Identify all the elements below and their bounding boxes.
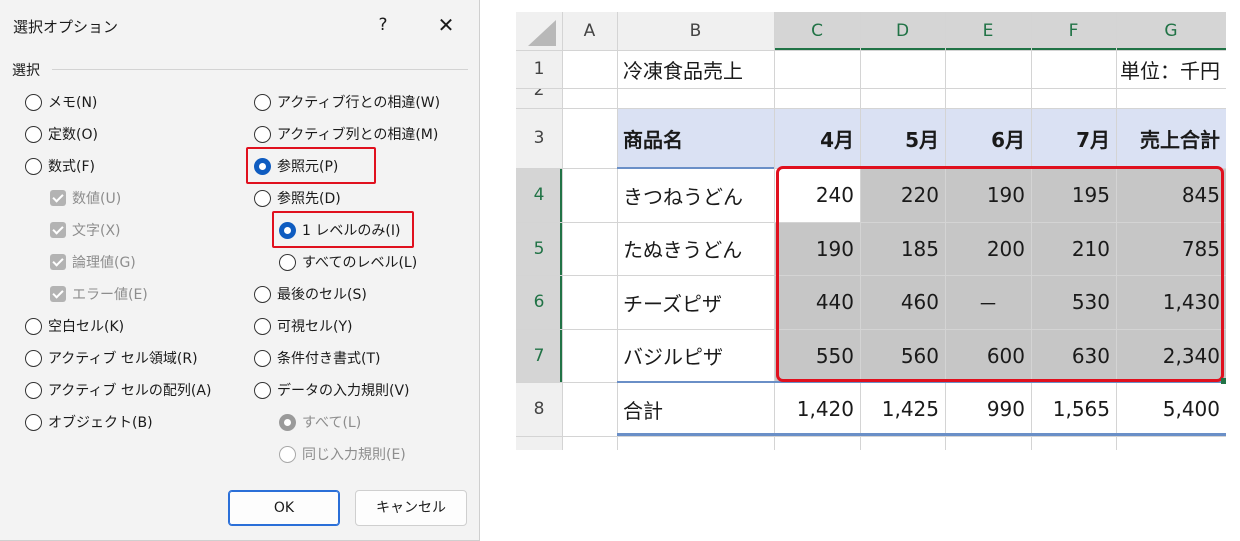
row-header-8[interactable]: 8 — [516, 382, 562, 436]
checkbox-icon — [50, 254, 66, 270]
radio-icon[interactable] — [25, 93, 42, 111]
checkbox-icon — [50, 190, 66, 206]
header-product[interactable]: 商品名 — [617, 108, 774, 168]
grid-hline — [516, 436, 1226, 437]
column-header-a[interactable]: A — [562, 12, 617, 50]
option-numbers: 数値(U) — [50, 186, 121, 210]
close-button[interactable]: ✕ — [432, 12, 460, 38]
radio-icon[interactable] — [25, 125, 42, 143]
total-cell[interactable]: 5,400 — [1116, 382, 1226, 436]
option-memo[interactable]: メモ(N) — [25, 90, 97, 114]
header-july[interactable]: 7月 — [1031, 108, 1116, 168]
help-button[interactable]: ? — [370, 12, 396, 38]
group-label-selection: 選択 — [12, 63, 40, 79]
ok-button[interactable]: OK — [228, 490, 340, 526]
table-row-name[interactable]: たぬきうどん — [617, 222, 774, 275]
option-current-array[interactable]: アクティブ セルの配列(A) — [25, 378, 211, 402]
radio-icon[interactable] — [254, 349, 271, 367]
total-cell[interactable]: 1,420 — [774, 382, 860, 436]
total-cell[interactable]: 1,425 — [860, 382, 945, 436]
cancel-button[interactable]: キャンセル — [355, 490, 467, 526]
group-divider — [52, 69, 468, 70]
row-header-5[interactable]: 5 — [516, 222, 562, 275]
column-header-d[interactable]: D — [860, 12, 945, 50]
radio-icon[interactable] — [254, 317, 271, 335]
option-formulas[interactable]: 数式(F) — [25, 154, 95, 178]
checkbox-icon — [50, 222, 66, 238]
option-all-levels[interactable]: すべてのレベル(L) — [279, 250, 417, 274]
total-row-label[interactable]: 合計 — [617, 382, 774, 436]
option-visible-cells[interactable]: 可視セル(Y) — [254, 314, 352, 338]
option-last-cell[interactable]: 最後のセル(S) — [254, 282, 367, 306]
header-june[interactable]: 6月 — [945, 108, 1031, 168]
radio-icon[interactable] — [254, 285, 271, 303]
radio-icon[interactable] — [254, 381, 271, 399]
radio-icon — [279, 445, 296, 463]
row-header-1[interactable]: 1 — [516, 50, 562, 88]
row-header-3[interactable]: 3 — [516, 108, 562, 168]
grid-vline — [562, 12, 563, 450]
fill-handle[interactable] — [1221, 378, 1226, 384]
row-header-7[interactable]: 7 — [516, 329, 562, 382]
option-row-differences[interactable]: アクティブ行との相違(W) — [254, 90, 440, 114]
radio-icon[interactable] — [25, 413, 42, 431]
option-data-validation[interactable]: データの入力規則(V) — [254, 378, 410, 402]
option-errors: エラー値(E) — [50, 282, 148, 306]
option-objects[interactable]: オブジェクト(B) — [25, 410, 153, 434]
radio-icon[interactable] — [279, 253, 296, 271]
radio-icon[interactable] — [254, 93, 271, 111]
grid-hline — [516, 88, 1226, 89]
column-header-f[interactable]: F — [1031, 12, 1116, 50]
column-header-g[interactable]: G — [1116, 12, 1226, 50]
table-row-name[interactable]: きつねうどん — [617, 168, 774, 222]
table-row-name[interactable]: チーズピザ — [617, 275, 774, 329]
radio-icon[interactable] — [25, 349, 42, 367]
row-header-6[interactable]: 6 — [516, 275, 562, 329]
dialog-title: 選択オプション — [13, 18, 119, 36]
header-april[interactable]: 4月 — [774, 108, 860, 168]
highlight-range-box — [776, 166, 1224, 382]
option-logicals: 論理値(G) — [50, 250, 136, 274]
column-header-e[interactable]: E — [945, 12, 1031, 50]
row-header-4[interactable]: 4 — [516, 168, 562, 222]
option-validation-all: すべて(L) — [279, 410, 361, 434]
radio-icon[interactable] — [254, 125, 271, 143]
cell-g1-unit[interactable]: 単位：千円 — [1076, 50, 1226, 88]
selection-options-dialog: 選択オプション ? ✕ 選択 メモ(N) 定数(O) 数式(F) 数値(U) 文… — [0, 0, 480, 541]
checkbox-icon — [50, 286, 66, 302]
option-constants[interactable]: 定数(O) — [25, 122, 98, 146]
row-header-9[interactable] — [516, 436, 562, 450]
column-header-b[interactable]: B — [617, 12, 774, 50]
option-current-region[interactable]: アクティブ セル領域(R) — [25, 346, 198, 370]
table-row-name[interactable]: バジルピザ — [617, 329, 774, 382]
dialog-titlebar[interactable]: 選択オプション ? ✕ — [0, 0, 480, 50]
cell-b1-title[interactable]: 冷凍食品売上 — [617, 50, 797, 88]
option-validation-same: 同じ入力規則(E) — [279, 442, 406, 466]
radio-selected-icon — [279, 413, 296, 431]
total-cell[interactable]: 990 — [945, 382, 1031, 436]
header-may[interactable]: 5月 — [860, 108, 945, 168]
option-text: 文字(X) — [50, 218, 121, 242]
highlight-precedents — [246, 147, 376, 184]
option-column-differences[interactable]: アクティブ列との相違(M) — [254, 122, 438, 146]
select-all-corner[interactable] — [516, 12, 562, 50]
column-header-c[interactable]: C — [774, 12, 860, 50]
radio-icon[interactable] — [25, 317, 42, 335]
highlight-direct-only — [272, 211, 414, 248]
row-header-2[interactable]: 2 — [516, 88, 562, 108]
spreadsheet: A B C D E F G 1 2 3 4 5 6 7 8 冷凍食品売上 単位：… — [516, 12, 1226, 450]
select-all-triangle-icon — [528, 20, 556, 46]
total-cell[interactable]: 1,565 — [1031, 382, 1116, 436]
radio-icon[interactable] — [25, 157, 42, 175]
option-dependents[interactable]: 参照先(D) — [254, 186, 341, 210]
radio-icon[interactable] — [25, 381, 42, 399]
radio-icon[interactable] — [254, 189, 271, 207]
option-conditional-formats[interactable]: 条件付き書式(T) — [254, 346, 380, 370]
option-blanks[interactable]: 空白セル(K) — [25, 314, 124, 338]
header-total[interactable]: 売上合計 — [1116, 108, 1226, 168]
